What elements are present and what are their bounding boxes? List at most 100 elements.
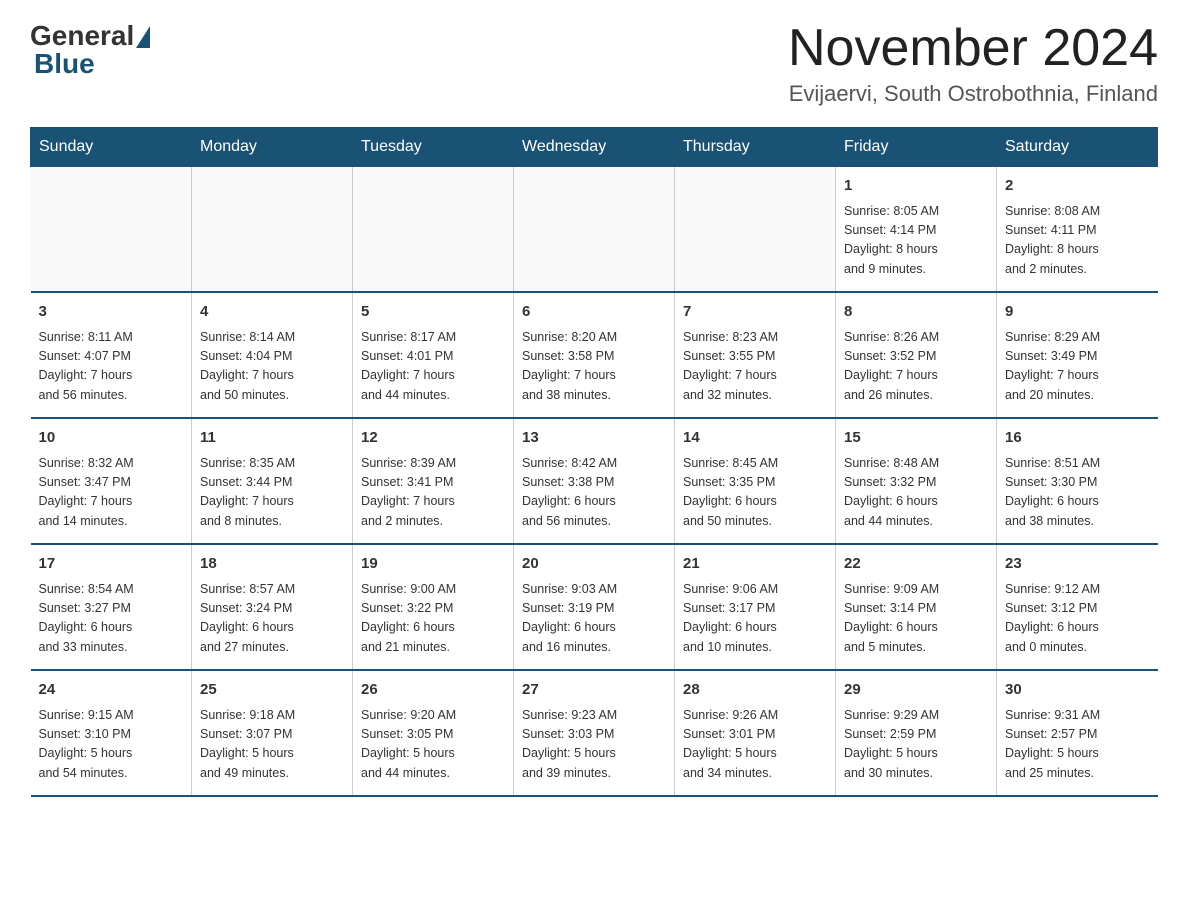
day-number: 4	[200, 301, 344, 324]
day-number: 29	[844, 679, 988, 702]
day-info: Sunrise: 8:26 AMSunset: 3:52 PMDaylight:…	[844, 328, 988, 406]
week-row-1: 1Sunrise: 8:05 AMSunset: 4:14 PMDaylight…	[31, 167, 1158, 293]
day-info: Sunrise: 8:29 AMSunset: 3:49 PMDaylight:…	[1005, 328, 1150, 406]
calendar-table: SundayMondayTuesdayWednesdayThursdayFrid…	[30, 127, 1158, 797]
title-area: November 2024 Evijaervi, South Ostroboth…	[788, 20, 1158, 107]
week-row-4: 17Sunrise: 8:54 AMSunset: 3:27 PMDayligh…	[31, 544, 1158, 670]
day-number: 9	[1005, 301, 1150, 324]
calendar-cell	[31, 167, 192, 293]
calendar-cell: 25Sunrise: 9:18 AMSunset: 3:07 PMDayligh…	[192, 670, 353, 796]
day-info: Sunrise: 8:35 AMSunset: 3:44 PMDaylight:…	[200, 454, 344, 532]
day-info: Sunrise: 8:45 AMSunset: 3:35 PMDaylight:…	[683, 454, 827, 532]
day-info: Sunrise: 8:11 AMSunset: 4:07 PMDaylight:…	[39, 328, 184, 406]
day-info: Sunrise: 8:14 AMSunset: 4:04 PMDaylight:…	[200, 328, 344, 406]
calendar-cell	[675, 167, 836, 293]
calendar-cell: 10 Sunrise: 8:32 AMSunset: 3:47 PMDayligh…	[31, 418, 192, 544]
day-number: 20	[522, 553, 666, 576]
day-info: Sunrise: 8:20 AMSunset: 3:58 PMDaylight:…	[522, 328, 666, 406]
week-row-3: 10 Sunrise: 8:32 AMSunset: 3:47 PMDayligh…	[31, 418, 1158, 544]
day-header-thursday: Thursday	[675, 128, 836, 167]
day-number: 15	[844, 427, 988, 450]
month-title: November 2024	[788, 20, 1158, 77]
day-info: Sunrise: 8:23 AMSunset: 3:55 PMDaylight:…	[683, 328, 827, 406]
week-row-5: 24 Sunrise: 9:15 AMSunset: 3:10 PMDayligh…	[31, 670, 1158, 796]
day-info: Sunrise: 9:31 AMSunset: 2:57 PMDaylight:…	[1005, 706, 1150, 784]
calendar-cell: 20 Sunrise: 9:03 AMSunset: 3:19 PMDayligh…	[514, 544, 675, 670]
day-number: 6	[522, 301, 666, 324]
day-number: 14	[683, 427, 827, 450]
day-number: 28	[683, 679, 827, 702]
calendar-cell: 6 Sunrise: 8:20 AMSunset: 3:58 PMDaylight…	[514, 292, 675, 418]
calendar-cell: 14 Sunrise: 8:45 AMSunset: 3:35 PMDayligh…	[675, 418, 836, 544]
day-number: 11	[200, 427, 344, 450]
day-number: 17	[39, 553, 184, 576]
header-row: SundayMondayTuesdayWednesdayThursdayFrid…	[31, 128, 1158, 167]
day-info: Sunrise: 8:17 AMSunset: 4:01 PMDaylight:…	[361, 328, 505, 406]
calendar-cell: 15 Sunrise: 8:48 AMSunset: 3:32 PMDayligh…	[836, 418, 997, 544]
calendar-cell: 9 Sunrise: 8:29 AMSunset: 3:49 PMDaylight…	[997, 292, 1158, 418]
day-number: 2	[1005, 175, 1150, 198]
day-info: Sunrise: 8:42 AMSunset: 3:38 PMDaylight:…	[522, 454, 666, 532]
day-number: 12	[361, 427, 505, 450]
day-info: Sunrise: 8:39 AMSunset: 3:41 PMDaylight:…	[361, 454, 505, 532]
day-number: 24	[39, 679, 184, 702]
day-number: 7	[683, 301, 827, 324]
calendar-cell: 21Sunrise: 9:06 AMSunset: 3:17 PMDayligh…	[675, 544, 836, 670]
day-number: 1	[844, 175, 988, 198]
day-info: Sunrise: 9:12 AMSunset: 3:12 PMDaylight:…	[1005, 580, 1150, 658]
day-header-tuesday: Tuesday	[353, 128, 514, 167]
calendar-cell: 29 Sunrise: 9:29 AMSunset: 2:59 PMDayligh…	[836, 670, 997, 796]
day-info: Sunrise: 9:09 AMSunset: 3:14 PMDaylight:…	[844, 580, 988, 658]
calendar-cell	[192, 167, 353, 293]
day-number: 30	[1005, 679, 1150, 702]
calendar-cell: 18 Sunrise: 8:57 AMSunset: 3:24 PMDayligh…	[192, 544, 353, 670]
day-info: Sunrise: 8:08 AMSunset: 4:11 PMDaylight:…	[1005, 202, 1150, 280]
calendar-cell: 2 Sunrise: 8:08 AMSunset: 4:11 PMDaylight…	[997, 167, 1158, 293]
day-info: Sunrise: 8:51 AMSunset: 3:30 PMDaylight:…	[1005, 454, 1150, 532]
week-row-2: 3Sunrise: 8:11 AMSunset: 4:07 PMDaylight…	[31, 292, 1158, 418]
calendar-cell	[514, 167, 675, 293]
day-number: 16	[1005, 427, 1150, 450]
day-info: Sunrise: 8:32 AMSunset: 3:47 PMDaylight:…	[39, 454, 184, 532]
day-number: 25	[200, 679, 344, 702]
day-info: Sunrise: 8:48 AMSunset: 3:32 PMDaylight:…	[844, 454, 988, 532]
day-number: 27	[522, 679, 666, 702]
calendar-cell: 5 Sunrise: 8:17 AMSunset: 4:01 PMDaylight…	[353, 292, 514, 418]
calendar-cell: 24 Sunrise: 9:15 AMSunset: 3:10 PMDayligh…	[31, 670, 192, 796]
calendar-cell: 22 Sunrise: 9:09 AMSunset: 3:14 PMDayligh…	[836, 544, 997, 670]
calendar-cell: 12 Sunrise: 8:39 AMSunset: 3:41 PMDayligh…	[353, 418, 514, 544]
day-number: 8	[844, 301, 988, 324]
calendar-cell: 23 Sunrise: 9:12 AMSunset: 3:12 PMDayligh…	[997, 544, 1158, 670]
day-info: Sunrise: 9:26 AMSunset: 3:01 PMDaylight:…	[683, 706, 827, 784]
day-info: Sunrise: 9:23 AMSunset: 3:03 PMDaylight:…	[522, 706, 666, 784]
day-header-sunday: Sunday	[31, 128, 192, 167]
logo: General Blue	[30, 20, 150, 80]
header: General Blue November 2024 Evijaervi, So…	[30, 20, 1158, 107]
day-info: Sunrise: 9:03 AMSunset: 3:19 PMDaylight:…	[522, 580, 666, 658]
day-number: 10	[39, 427, 184, 450]
day-header-wednesday: Wednesday	[514, 128, 675, 167]
calendar-cell: 7 Sunrise: 8:23 AMSunset: 3:55 PMDaylight…	[675, 292, 836, 418]
day-info: Sunrise: 9:00 AMSunset: 3:22 PMDaylight:…	[361, 580, 505, 658]
day-info: Sunrise: 8:57 AMSunset: 3:24 PMDaylight:…	[200, 580, 344, 658]
day-number: 23	[1005, 553, 1150, 576]
day-number: 5	[361, 301, 505, 324]
day-number: 26	[361, 679, 505, 702]
day-number: 22	[844, 553, 988, 576]
day-info: Sunrise: 9:15 AMSunset: 3:10 PMDaylight:…	[39, 706, 184, 784]
logo-triangle-icon	[136, 26, 150, 48]
calendar-cell: 8 Sunrise: 8:26 AMSunset: 3:52 PMDaylight…	[836, 292, 997, 418]
calendar-cell: 1Sunrise: 8:05 AMSunset: 4:14 PMDaylight…	[836, 167, 997, 293]
day-info: Sunrise: 9:29 AMSunset: 2:59 PMDaylight:…	[844, 706, 988, 784]
calendar-cell: 27 Sunrise: 9:23 AMSunset: 3:03 PMDayligh…	[514, 670, 675, 796]
day-header-monday: Monday	[192, 128, 353, 167]
day-number: 18	[200, 553, 344, 576]
calendar-cell: 30 Sunrise: 9:31 AMSunset: 2:57 PMDayligh…	[997, 670, 1158, 796]
calendar-cell: 13 Sunrise: 8:42 AMSunset: 3:38 PMDayligh…	[514, 418, 675, 544]
calendar-cell: 17Sunrise: 8:54 AMSunset: 3:27 PMDayligh…	[31, 544, 192, 670]
calendar-cell: 26Sunrise: 9:20 AMSunset: 3:05 PMDayligh…	[353, 670, 514, 796]
calendar-cell: 19Sunrise: 9:00 AMSunset: 3:22 PMDayligh…	[353, 544, 514, 670]
day-info: Sunrise: 9:06 AMSunset: 3:17 PMDaylight:…	[683, 580, 827, 658]
day-header-saturday: Saturday	[997, 128, 1158, 167]
day-number: 13	[522, 427, 666, 450]
